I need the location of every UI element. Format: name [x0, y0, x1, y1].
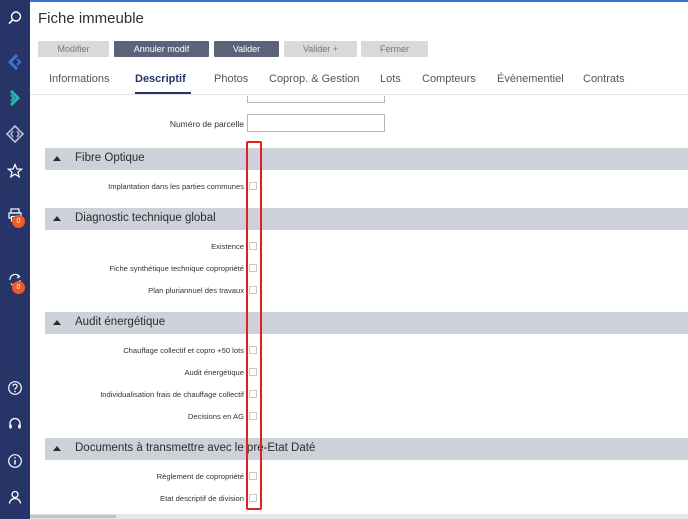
checkbox-label: Règlement de copropriété: [156, 472, 244, 481]
checkbox-label: Implantation dans les parties communes: [108, 182, 244, 191]
checkbox-label: Chauffage collectif et copro +50 lots: [123, 346, 244, 355]
previous-field-input[interactable]: [247, 96, 385, 103]
tab-lots[interactable]: Lots: [380, 73, 401, 85]
user-icon[interactable]: [3, 485, 27, 509]
tab-coprop-gestion[interactable]: Coprop. & Gestion: [269, 73, 360, 85]
annuler-modif-button[interactable]: Annuler modif: [114, 41, 209, 57]
collapse-triangle-icon[interactable]: [53, 156, 61, 161]
checkbox-label: Audit énergétique: [184, 368, 244, 377]
section-title: Diagnostic technique global: [75, 212, 216, 224]
headset-icon[interactable]: [3, 412, 27, 436]
checkbox-label: Decisions en AG: [187, 412, 244, 421]
valider-plus-button[interactable]: Valider +: [284, 41, 357, 57]
print-badge: 0: [12, 215, 25, 228]
checkbox-label: Etat descriptif de division: [160, 494, 244, 503]
sidebar: 0 0: [0, 0, 30, 519]
tab-contrats[interactable]: Contrats: [583, 73, 625, 85]
modifier-button[interactable]: Modifier: [38, 41, 109, 57]
valider-button[interactable]: Valider: [214, 41, 279, 57]
help-icon[interactable]: [3, 376, 27, 400]
tab-bar: Informations Descriptif Photos Coprop. &…: [30, 73, 688, 95]
collapse-triangle-icon[interactable]: [53, 216, 61, 221]
tab-evenementiel[interactable]: Évènementiel: [497, 73, 564, 85]
section-fibre-optique[interactable]: Fibre Optique: [45, 148, 688, 170]
tab-descriptif[interactable]: Descriptif: [135, 73, 186, 85]
code-diamond-icon[interactable]: [3, 122, 27, 146]
checkbox-label: Fiche synthétique technique copropriété: [109, 264, 244, 273]
collapse-triangle-icon[interactable]: [53, 320, 61, 325]
checkbox-label: Existence: [211, 242, 244, 251]
checkbox-label: Individualisation frais de chauffage col…: [100, 390, 244, 399]
section-title: Fibre Optique: [75, 152, 145, 164]
checkbox-column-highlight: [246, 141, 262, 510]
page-title: Fiche immeuble: [38, 10, 144, 27]
horizontal-scrollbar[interactable]: [30, 514, 688, 519]
search-icon[interactable]: [3, 6, 27, 30]
diamond-arrow-icon[interactable]: [3, 50, 27, 74]
section-title: Audit énergétique: [75, 316, 166, 328]
collapse-triangle-icon[interactable]: [53, 446, 61, 451]
fermer-button[interactable]: Fermer: [361, 41, 428, 57]
star-icon[interactable]: [3, 159, 27, 183]
scrollbar-thumb[interactable]: [30, 515, 116, 518]
section-title: Documents à transmettre avec le pré-Etat…: [75, 442, 316, 454]
numero-parcelle-label: Numéro de parcelle: [169, 119, 244, 129]
tab-compteurs[interactable]: Compteurs: [422, 73, 476, 85]
tab-photos[interactable]: Photos: [214, 73, 248, 85]
chevron-right-icon[interactable]: [3, 86, 27, 110]
top-accent-line: [30, 0, 688, 2]
section-audit-energetique[interactable]: Audit énergétique: [45, 312, 688, 334]
main-panel: Fiche immeuble Modifier Annuler modif Va…: [30, 0, 688, 519]
section-diagnostic-technique-global[interactable]: Diagnostic technique global: [45, 208, 688, 230]
info-icon[interactable]: [3, 449, 27, 473]
sync-badge: 0: [12, 281, 25, 294]
tab-informations[interactable]: Informations: [49, 73, 110, 85]
numero-parcelle-input[interactable]: [247, 114, 385, 132]
checkbox-label: Plan pluriannuel des travaux: [148, 286, 244, 295]
active-tab-underline: [135, 92, 191, 94]
section-documents-pre-etat-date[interactable]: Documents à transmettre avec le pré-Etat…: [45, 438, 688, 460]
